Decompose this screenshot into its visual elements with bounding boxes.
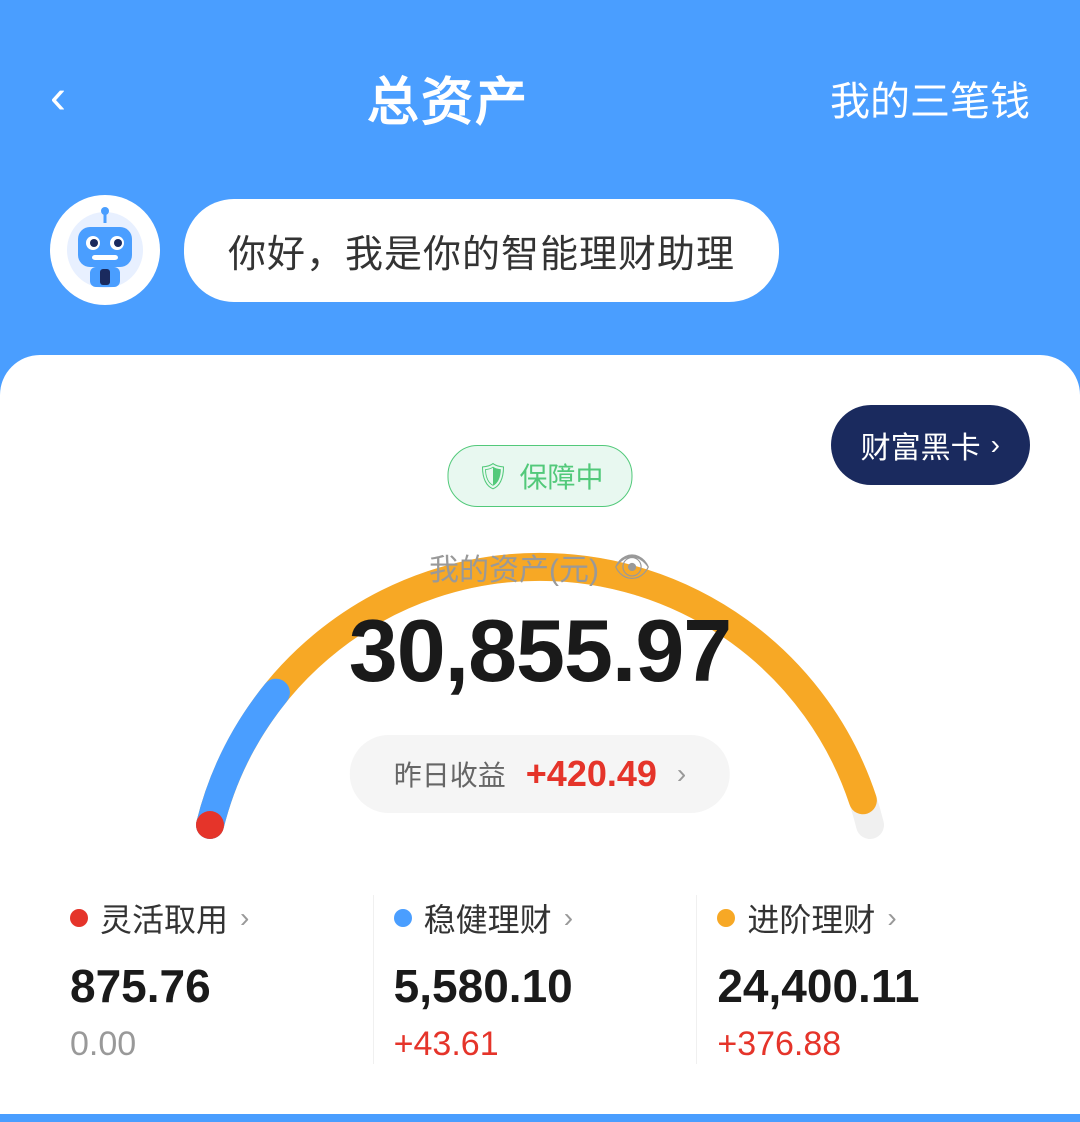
eye-icon[interactable]: 👁: [613, 550, 651, 585]
category-earnings: +43.61: [394, 1025, 499, 1064]
category-header: 进阶理财 ›: [717, 895, 896, 941]
category-value: 24,400.11: [717, 959, 919, 1013]
category-dot: [717, 909, 735, 927]
gauge-container: 🛡 保障中 我的资产(元) 👁 30,855.97 昨日收益 +420.49 ›: [50, 425, 1030, 865]
category-item[interactable]: 灵活取用 › 875.76 0.00: [60, 895, 373, 1064]
status-label: 保障中: [520, 456, 604, 496]
page-title: 总资产: [367, 60, 529, 135]
shield-icon: 🛡: [476, 461, 509, 492]
category-dot: [70, 909, 88, 927]
category-chevron: ›: [887, 902, 896, 934]
asset-label-text: 我的资产(元): [429, 545, 599, 589]
bot-avatar: [50, 195, 160, 305]
greeting-bubble: 你好，我是你的智能理财助理: [184, 199, 779, 302]
status-badge: 🛡 保障中: [447, 445, 632, 507]
category-value: 875.76: [70, 959, 211, 1013]
three-money-link[interactable]: 我的三笔钱: [830, 69, 1030, 127]
main-card: 财富黑卡 › 🛡 保障中 我的资产(元): [0, 355, 1080, 1114]
category-item[interactable]: 稳健理财 › 5,580.10 +43.61: [373, 895, 697, 1064]
yesterday-label: 昨日收益: [394, 754, 506, 794]
gauge-wrapper: 🛡 保障中 我的资产(元) 👁 30,855.97 昨日收益 +420.49 ›: [130, 425, 950, 865]
category-value: 5,580.10: [394, 959, 573, 1013]
category-chevron: ›: [240, 902, 249, 934]
greeting-text: 你好，我是你的智能理财助理: [228, 234, 735, 276]
header: ‹ 总资产 我的三笔钱: [0, 0, 1080, 165]
yesterday-chevron: ›: [677, 758, 686, 790]
category-name: 灵活取用: [100, 895, 228, 941]
category-earnings: +376.88: [717, 1025, 841, 1064]
category-name: 进阶理财: [747, 895, 875, 941]
category-header: 灵活取用 ›: [70, 895, 249, 941]
asset-label: 我的资产(元) 👁: [429, 545, 651, 589]
asset-value: 30,855.97: [349, 600, 732, 702]
category-earnings: 0.00: [70, 1025, 136, 1064]
category-name: 稳健理财: [424, 895, 552, 941]
category-item[interactable]: 进阶理财 › 24,400.11 +376.88: [696, 895, 1020, 1064]
yesterday-value: +420.49: [526, 753, 657, 795]
category-dot: [394, 909, 412, 927]
yesterday-earnings[interactable]: 昨日收益 +420.49 ›: [350, 735, 730, 813]
categories: 灵活取用 › 875.76 0.00 稳健理财 › 5,580.10 +43.6…: [50, 895, 1030, 1064]
category-chevron: ›: [564, 902, 573, 934]
category-header: 稳健理财 ›: [394, 895, 573, 941]
greeting-area: 你好，我是你的智能理财助理: [0, 165, 1080, 355]
back-button[interactable]: ‹: [50, 70, 66, 125]
